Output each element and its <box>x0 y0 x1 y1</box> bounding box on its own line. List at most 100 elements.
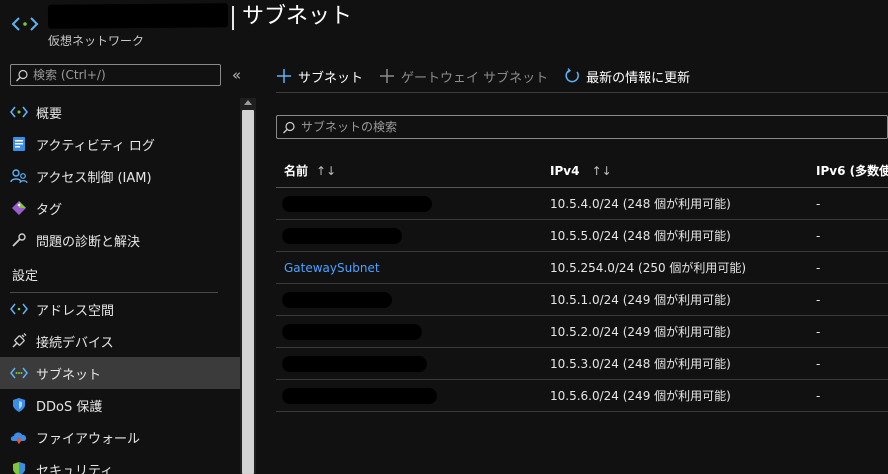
subnet-name-cell[interactable] <box>276 284 542 315</box>
sidebar-item-address-space[interactable]: アドレス空間 <box>0 293 240 325</box>
table-row[interactable]: 10.5.2.0/24 (249 個が利用可能) - <box>276 316 888 348</box>
sidebar-scrollbar[interactable] <box>240 98 256 474</box>
subnet-name-cell[interactable] <box>276 220 542 251</box>
sidebar-item-label: ファイアウォール <box>36 431 141 447</box>
add-subnet-label: サブネット <box>298 70 364 86</box>
sidebar-item-connected-devices[interactable]: 接続デバイス <box>0 325 240 357</box>
title-separator <box>232 6 234 30</box>
sidebar-item-ddos[interactable]: DDoS 保護 <box>0 389 240 421</box>
table-row[interactable]: 10.5.4.0/24 (248 個が利用可能) - <box>276 188 888 220</box>
column-header-ipv4[interactable]: IPv4 ↑↓ <box>542 164 808 178</box>
table-row[interactable]: 10.5.5.0/24 (248 個が利用可能) - <box>276 220 888 252</box>
sidebar-item-label: アクティビティ ログ <box>36 138 155 154</box>
plus-icon <box>379 68 395 84</box>
table-row[interactable]: 10.5.1.0/24 (249 個が利用可能) - <box>276 284 888 316</box>
refresh-button[interactable]: 最新の情報に更新 <box>564 67 690 86</box>
vnet-icon <box>10 103 28 121</box>
toolbar-divider <box>276 92 888 93</box>
sort-icon[interactable]: ↑↓ <box>592 164 612 178</box>
ipv6-cell: - <box>816 356 821 371</box>
collapse-sidebar-button[interactable]: « <box>232 64 241 86</box>
sidebar-item-label: DDoS 保護 <box>36 399 103 415</box>
ipv4-cell: 10.5.5.0/24 (248 個が利用可能) <box>550 229 731 243</box>
firewall-icon <box>10 428 28 446</box>
subnet-name-cell[interactable] <box>276 380 542 411</box>
table-row[interactable]: 10.5.3.0/24 (248 個が利用可能) - <box>276 348 888 380</box>
refresh-label: 最新の情報に更新 <box>586 70 691 86</box>
shield-icon <box>10 396 28 414</box>
sidebar-item-label: サブネット <box>36 367 102 383</box>
subnet-name-cell[interactable] <box>276 316 542 347</box>
sidebar-item-diagnose[interactable]: 問題の診断と解決 <box>0 224 240 256</box>
subnet-name-cell[interactable] <box>276 188 542 219</box>
command-bar: サブネット ゲートウェイ サブネット 最新の情報に更新 <box>276 64 706 88</box>
wrench-icon <box>10 231 28 249</box>
subnet-icon <box>10 364 28 382</box>
ipv4-cell: 10.5.1.0/24 (249 個が利用可能) <box>550 293 731 307</box>
sidebar-item-label: セキュリティ <box>36 463 114 474</box>
redacted-name <box>282 196 432 212</box>
tag-icon <box>10 199 28 217</box>
search-icon <box>15 68 29 82</box>
ipv6-cell: - <box>816 324 821 339</box>
grid-header: 名前 ↑↓ IPv4 ↑↓ IPv6 (多数使 <box>276 154 888 188</box>
sidebar-search-input[interactable] <box>33 65 218 85</box>
refresh-icon <box>564 68 580 84</box>
ipv6-cell: - <box>816 388 821 403</box>
section-settings: 設定 <box>12 268 39 284</box>
plus-icon <box>276 68 292 84</box>
column-header-ipv4-label: IPv4 <box>550 163 580 178</box>
scroll-thumb[interactable] <box>242 110 254 474</box>
ipv6-cell: - <box>816 260 821 275</box>
add-gateway-subnet-label: ゲートウェイ サブネット <box>401 70 549 86</box>
sidebar-item-security[interactable]: セキュリティ <box>0 453 240 474</box>
subnet-name-cell[interactable] <box>276 348 542 379</box>
subnet-search[interactable] <box>276 115 888 139</box>
add-gateway-subnet-button[interactable]: ゲートウェイ サブネット <box>379 67 548 86</box>
subnet-search-input[interactable] <box>301 116 861 138</box>
sidebar-item-label: アクセス制御 (IAM) <box>36 170 152 186</box>
sidebar-item-subnets[interactable]: サブネット <box>0 357 240 389</box>
sidebar-item-firewall[interactable]: ファイアウォール <box>0 421 240 453</box>
sidebar-item-iam[interactable]: アクセス制御 (IAM) <box>0 160 240 192</box>
subnet-name-cell[interactable]: GatewaySubnet <box>276 252 542 283</box>
sidebar-item-overview[interactable]: 概要 <box>0 96 240 128</box>
ipv4-cell: 10.5.254.0/24 (250 個が利用可能) <box>550 261 747 275</box>
sidebar-search[interactable] <box>10 64 221 86</box>
page-title: サブネット <box>242 4 353 29</box>
sidebar-item-label: 問題の診断と解決 <box>36 234 141 250</box>
address-space-icon <box>10 300 28 318</box>
scroll-up-arrow-icon[interactable] <box>244 100 252 105</box>
redacted-name <box>282 356 427 372</box>
add-subnet-button[interactable]: サブネット <box>276 67 363 86</box>
sidebar-item-tags[interactable]: タグ <box>0 192 240 224</box>
redacted-name <box>282 292 392 308</box>
redacted-resource-name <box>47 3 229 29</box>
gateway-subnet-link[interactable]: GatewaySubnet <box>284 261 380 275</box>
table-row[interactable]: GatewaySubnet 10.5.254.0/24 (250 個が利用可能)… <box>276 252 888 284</box>
sidebar: « 概要 アクティビティ ログ アクセス制御 (IAM) タグ <box>0 58 256 474</box>
table-row[interactable]: 10.5.6.0/24 (249 個が利用可能) - <box>276 380 888 412</box>
redacted-name <box>282 228 402 244</box>
sidebar-item-label: 概要 <box>36 106 63 122</box>
search-icon <box>282 120 296 134</box>
main-content: サブネット ゲートウェイ サブネット 最新の情報に更新 名前 ↑↓ <box>256 58 888 474</box>
plug-icon <box>10 332 28 350</box>
sidebar-nav: 概要 アクティビティ ログ アクセス制御 (IAM) タグ 問題の診断と解決 設… <box>0 96 240 474</box>
redacted-name <box>282 388 437 404</box>
sort-icon[interactable]: ↑↓ <box>316 164 336 178</box>
sidebar-item-activity-log[interactable]: アクティビティ ログ <box>0 128 240 160</box>
ipv6-cell: - <box>816 292 821 307</box>
security-icon <box>10 460 28 474</box>
ipv4-cell: 10.5.3.0/24 (248 個が利用可能) <box>550 357 731 371</box>
sidebar-item-label: 接続デバイス <box>36 335 114 351</box>
column-header-ipv6[interactable]: IPv6 (多数使 <box>808 162 888 179</box>
column-header-name-label: 名前 <box>284 164 309 178</box>
activity-log-icon <box>10 135 28 153</box>
column-header-name[interactable]: 名前 ↑↓ <box>276 154 542 187</box>
subnet-grid: 名前 ↑↓ IPv4 ↑↓ IPv6 (多数使 10.5.4.0/24 (248… <box>276 154 888 412</box>
ipv4-cell: 10.5.4.0/24 (248 個が利用可能) <box>550 197 731 211</box>
ipv6-cell: - <box>816 228 821 243</box>
resource-type: 仮想ネットワーク <box>48 34 145 48</box>
sidebar-item-label: アドレス空間 <box>36 303 115 319</box>
